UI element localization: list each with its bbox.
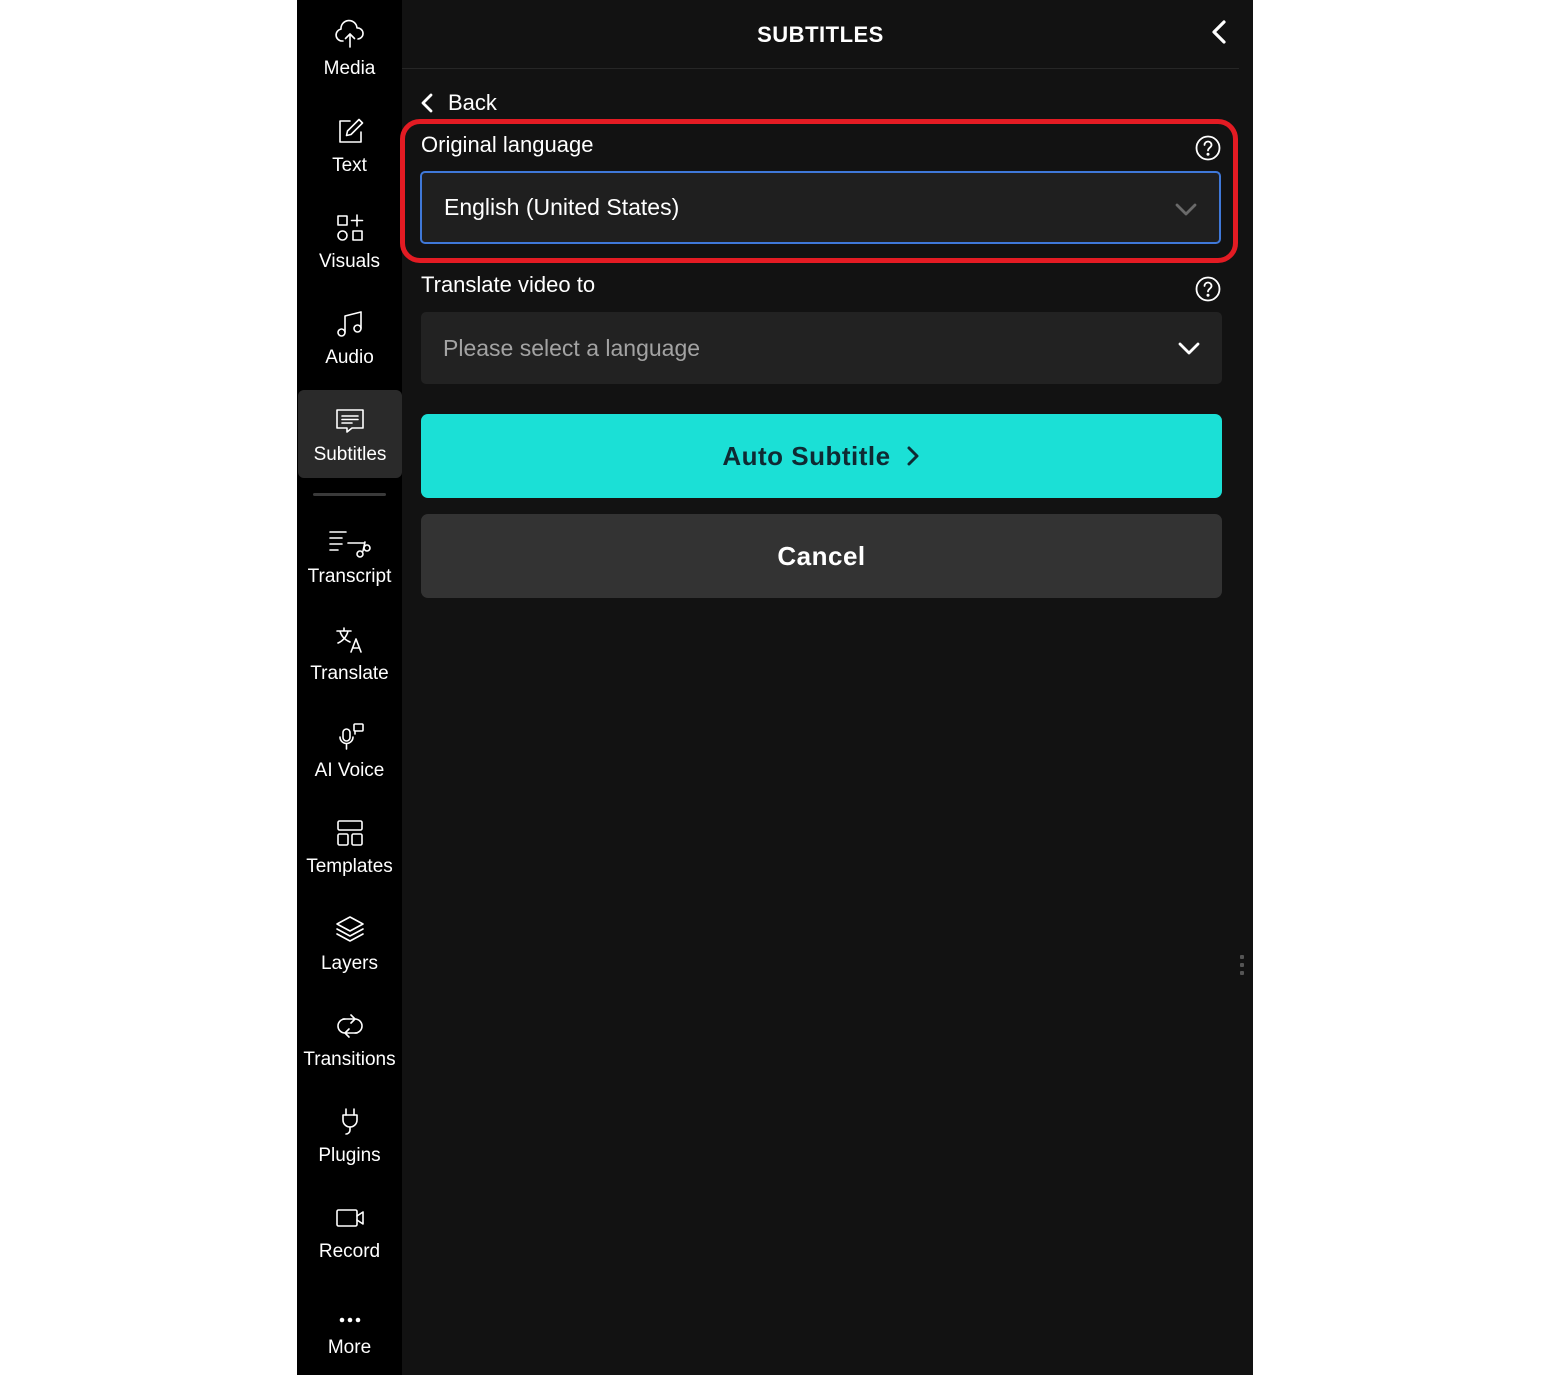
original-language-label: Original language (421, 132, 594, 157)
back-label: Back (448, 90, 497, 115)
video-camera-icon (333, 1201, 367, 1235)
sidebar-item-label: Templates (306, 856, 393, 877)
music-note-icon (333, 307, 367, 341)
more-icon (333, 1297, 367, 1331)
sidebar-item-audio[interactable]: Audio (297, 293, 402, 381)
sidebar-item-more[interactable]: More (297, 1283, 402, 1371)
panel-title: SUBTITLES (757, 22, 884, 47)
sidebar-item-label: Audio (325, 347, 374, 368)
sidebar-item-transcript[interactable]: Transcript (297, 512, 402, 600)
sidebar-item-record[interactable]: Record (297, 1187, 402, 1275)
transitions-icon (333, 1009, 367, 1043)
sidebar-item-visuals[interactable]: Visuals (297, 197, 402, 285)
chevron-right-icon (907, 446, 919, 466)
chevron-down-icon (1173, 197, 1199, 221)
translate-language-select[interactable]: Please select a language (421, 312, 1222, 384)
chevron-left-icon (1212, 20, 1226, 44)
sidebar-divider (313, 493, 386, 496)
shapes-icon (333, 211, 367, 245)
sidebar-item-label: Transcript (307, 566, 392, 587)
cancel-label: Cancel (777, 540, 866, 571)
sidebar: Media Text Visuals Audio Subtitles Trans… (297, 0, 402, 1375)
subtitles-panel: SUBTITLES Back Original language English… (400, 0, 1253, 1375)
panel-header: SUBTITLES (402, 0, 1239, 69)
sidebar-item-label: AI Voice (314, 760, 385, 781)
auto-subtitle-label: Auto Subtitle (722, 440, 891, 471)
chevron-left-icon (421, 93, 433, 113)
translate-icon (333, 623, 367, 657)
auto-subtitle-button[interactable]: Auto Subtitle (421, 414, 1222, 498)
sidebar-item-layers[interactable]: Layers (297, 899, 402, 987)
layers-icon (333, 913, 367, 947)
plug-icon (333, 1105, 367, 1139)
sidebar-item-text[interactable]: Text (297, 101, 402, 189)
cancel-button[interactable]: Cancel (421, 514, 1222, 598)
sidebar-item-label: Translate (310, 663, 389, 684)
sidebar-item-label: Media (323, 58, 376, 79)
sidebar-item-ai-voice[interactable]: AI Voice (297, 706, 402, 794)
sidebar-item-label: Transitions (303, 1049, 396, 1070)
sidebar-item-templates[interactable]: Templates (297, 802, 402, 890)
sidebar-item-label: Record (318, 1241, 381, 1262)
help-icon[interactable] (1195, 135, 1221, 161)
sidebar-item-label: More (327, 1337, 372, 1358)
app-window: Media Text Visuals Audio Subtitles Trans… (297, 0, 1253, 1375)
sidebar-item-label: Text (332, 155, 367, 176)
sidebar-item-label: Plugins (318, 1145, 381, 1166)
panel-resize-handle[interactable] (1240, 955, 1246, 975)
sidebar-item-transitions[interactable]: Transitions (297, 995, 402, 1083)
original-language-select[interactable]: English (United States) (420, 171, 1221, 244)
templates-icon (333, 816, 367, 850)
sidebar-item-plugins[interactable]: Plugins (297, 1091, 402, 1179)
sidebar-item-label: Visuals (319, 251, 380, 272)
transcript-icon (327, 526, 373, 560)
edit-icon (333, 115, 367, 149)
original-language-value: English (United States) (444, 194, 680, 220)
sidebar-item-label: Subtitles (313, 444, 387, 465)
sidebar-item-label: Layers (320, 953, 379, 974)
subtitles-icon (333, 404, 367, 438)
sidebar-item-media[interactable]: Media (297, 4, 402, 92)
translate-to-label: Translate video to (421, 272, 596, 297)
chevron-down-icon (1176, 336, 1202, 360)
sidebar-item-translate[interactable]: Translate (297, 609, 402, 697)
collapse-panel-button[interactable] (1205, 16, 1233, 48)
cloud-upload-icon (333, 18, 367, 52)
sidebar-item-subtitles[interactable]: Subtitles (298, 390, 402, 478)
help-icon[interactable] (1195, 276, 1221, 302)
translate-language-placeholder: Please select a language (443, 334, 701, 361)
microphone-icon (333, 720, 367, 754)
back-button[interactable]: Back (418, 88, 497, 118)
